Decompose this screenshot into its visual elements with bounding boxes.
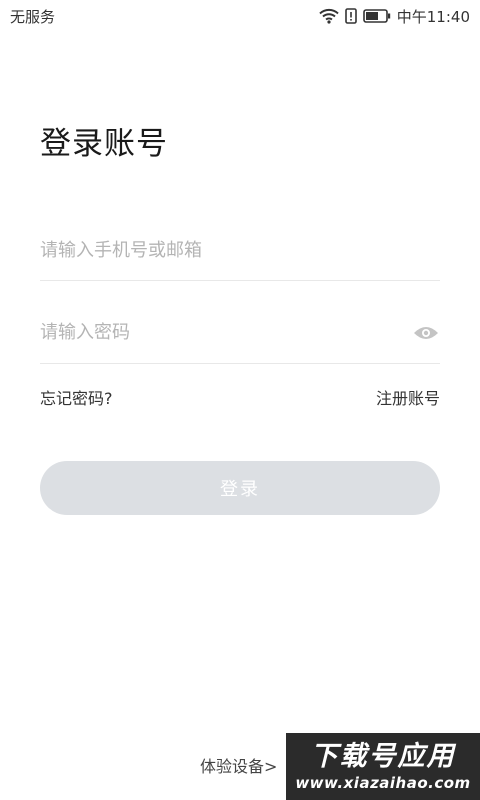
- clock-label: 中午11:40: [396, 7, 470, 26]
- status-icons: 中午11:40: [319, 6, 470, 27]
- site-watermark: 下载号应用 www.xiazaihao.com: [286, 733, 480, 800]
- register-link[interactable]: 注册账号: [376, 385, 440, 409]
- wifi-icon: [319, 8, 339, 24]
- watermark-url: www.xiazaihao.com: [295, 773, 471, 792]
- auth-links: 忘记密码? 注册账号: [40, 385, 440, 409]
- alert-icon: [344, 8, 357, 24]
- eye-icon[interactable]: [412, 319, 440, 347]
- phone-email-field: [40, 220, 440, 281]
- watermark-title: 下载号应用: [310, 740, 456, 772]
- trial-device-link[interactable]: 体验设备>: [200, 753, 277, 777]
- battery-icon: [362, 9, 391, 23]
- password-input[interactable]: [40, 312, 412, 353]
- password-field: [40, 302, 440, 364]
- forgot-password-link[interactable]: 忘记密码?: [40, 385, 113, 409]
- phone-email-input[interactable]: [40, 230, 440, 270]
- status-bar: 无服务 中午11:40: [0, 0, 480, 32]
- carrier-label: 无服务: [10, 7, 56, 26]
- login-button[interactable]: 登录: [40, 461, 440, 515]
- page-title: 登录账号: [40, 126, 168, 162]
